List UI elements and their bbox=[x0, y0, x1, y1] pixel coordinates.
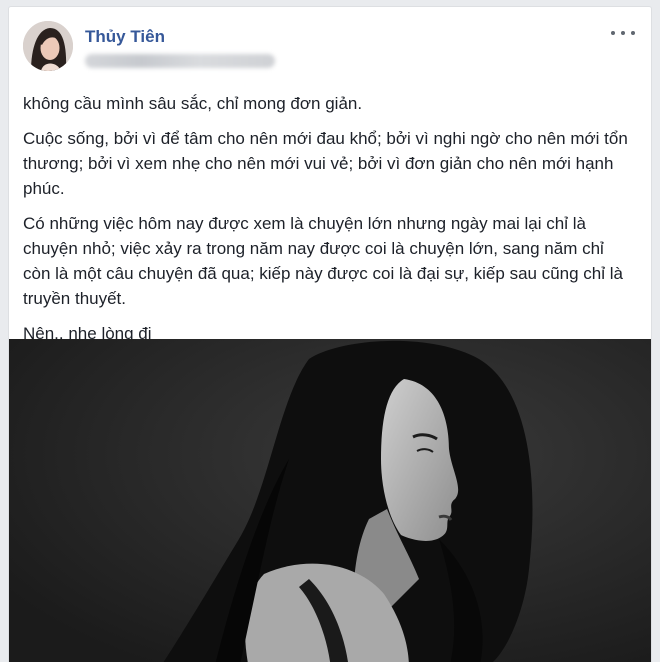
author-name[interactable]: Thủy Tiên bbox=[85, 27, 165, 47]
post-paragraph-1: không cầu mình sâu sắc, chỉ mong đơn giả… bbox=[23, 94, 363, 113]
post-timestamp-blurred bbox=[85, 54, 275, 68]
post-photo[interactable] bbox=[9, 339, 651, 662]
post-text: không cầu mình sâu sắc, chỉ mong đơn giả… bbox=[23, 91, 635, 356]
post-paragraph-2: Cuộc sống, bởi vì để tâm cho nên mới đau… bbox=[23, 129, 628, 198]
avatar[interactable] bbox=[23, 21, 73, 71]
profile-photo-icon bbox=[23, 21, 73, 71]
post-paragraph-3: Có những việc hôm nay được xem là chuyện… bbox=[23, 214, 623, 308]
ellipsis-icon bbox=[611, 31, 615, 35]
facebook-post: Thủy Tiên không cầu mình sâu sắc, chỉ mo… bbox=[8, 6, 652, 662]
portrait-photo-icon bbox=[9, 339, 651, 662]
more-options-button[interactable] bbox=[609, 25, 637, 41]
